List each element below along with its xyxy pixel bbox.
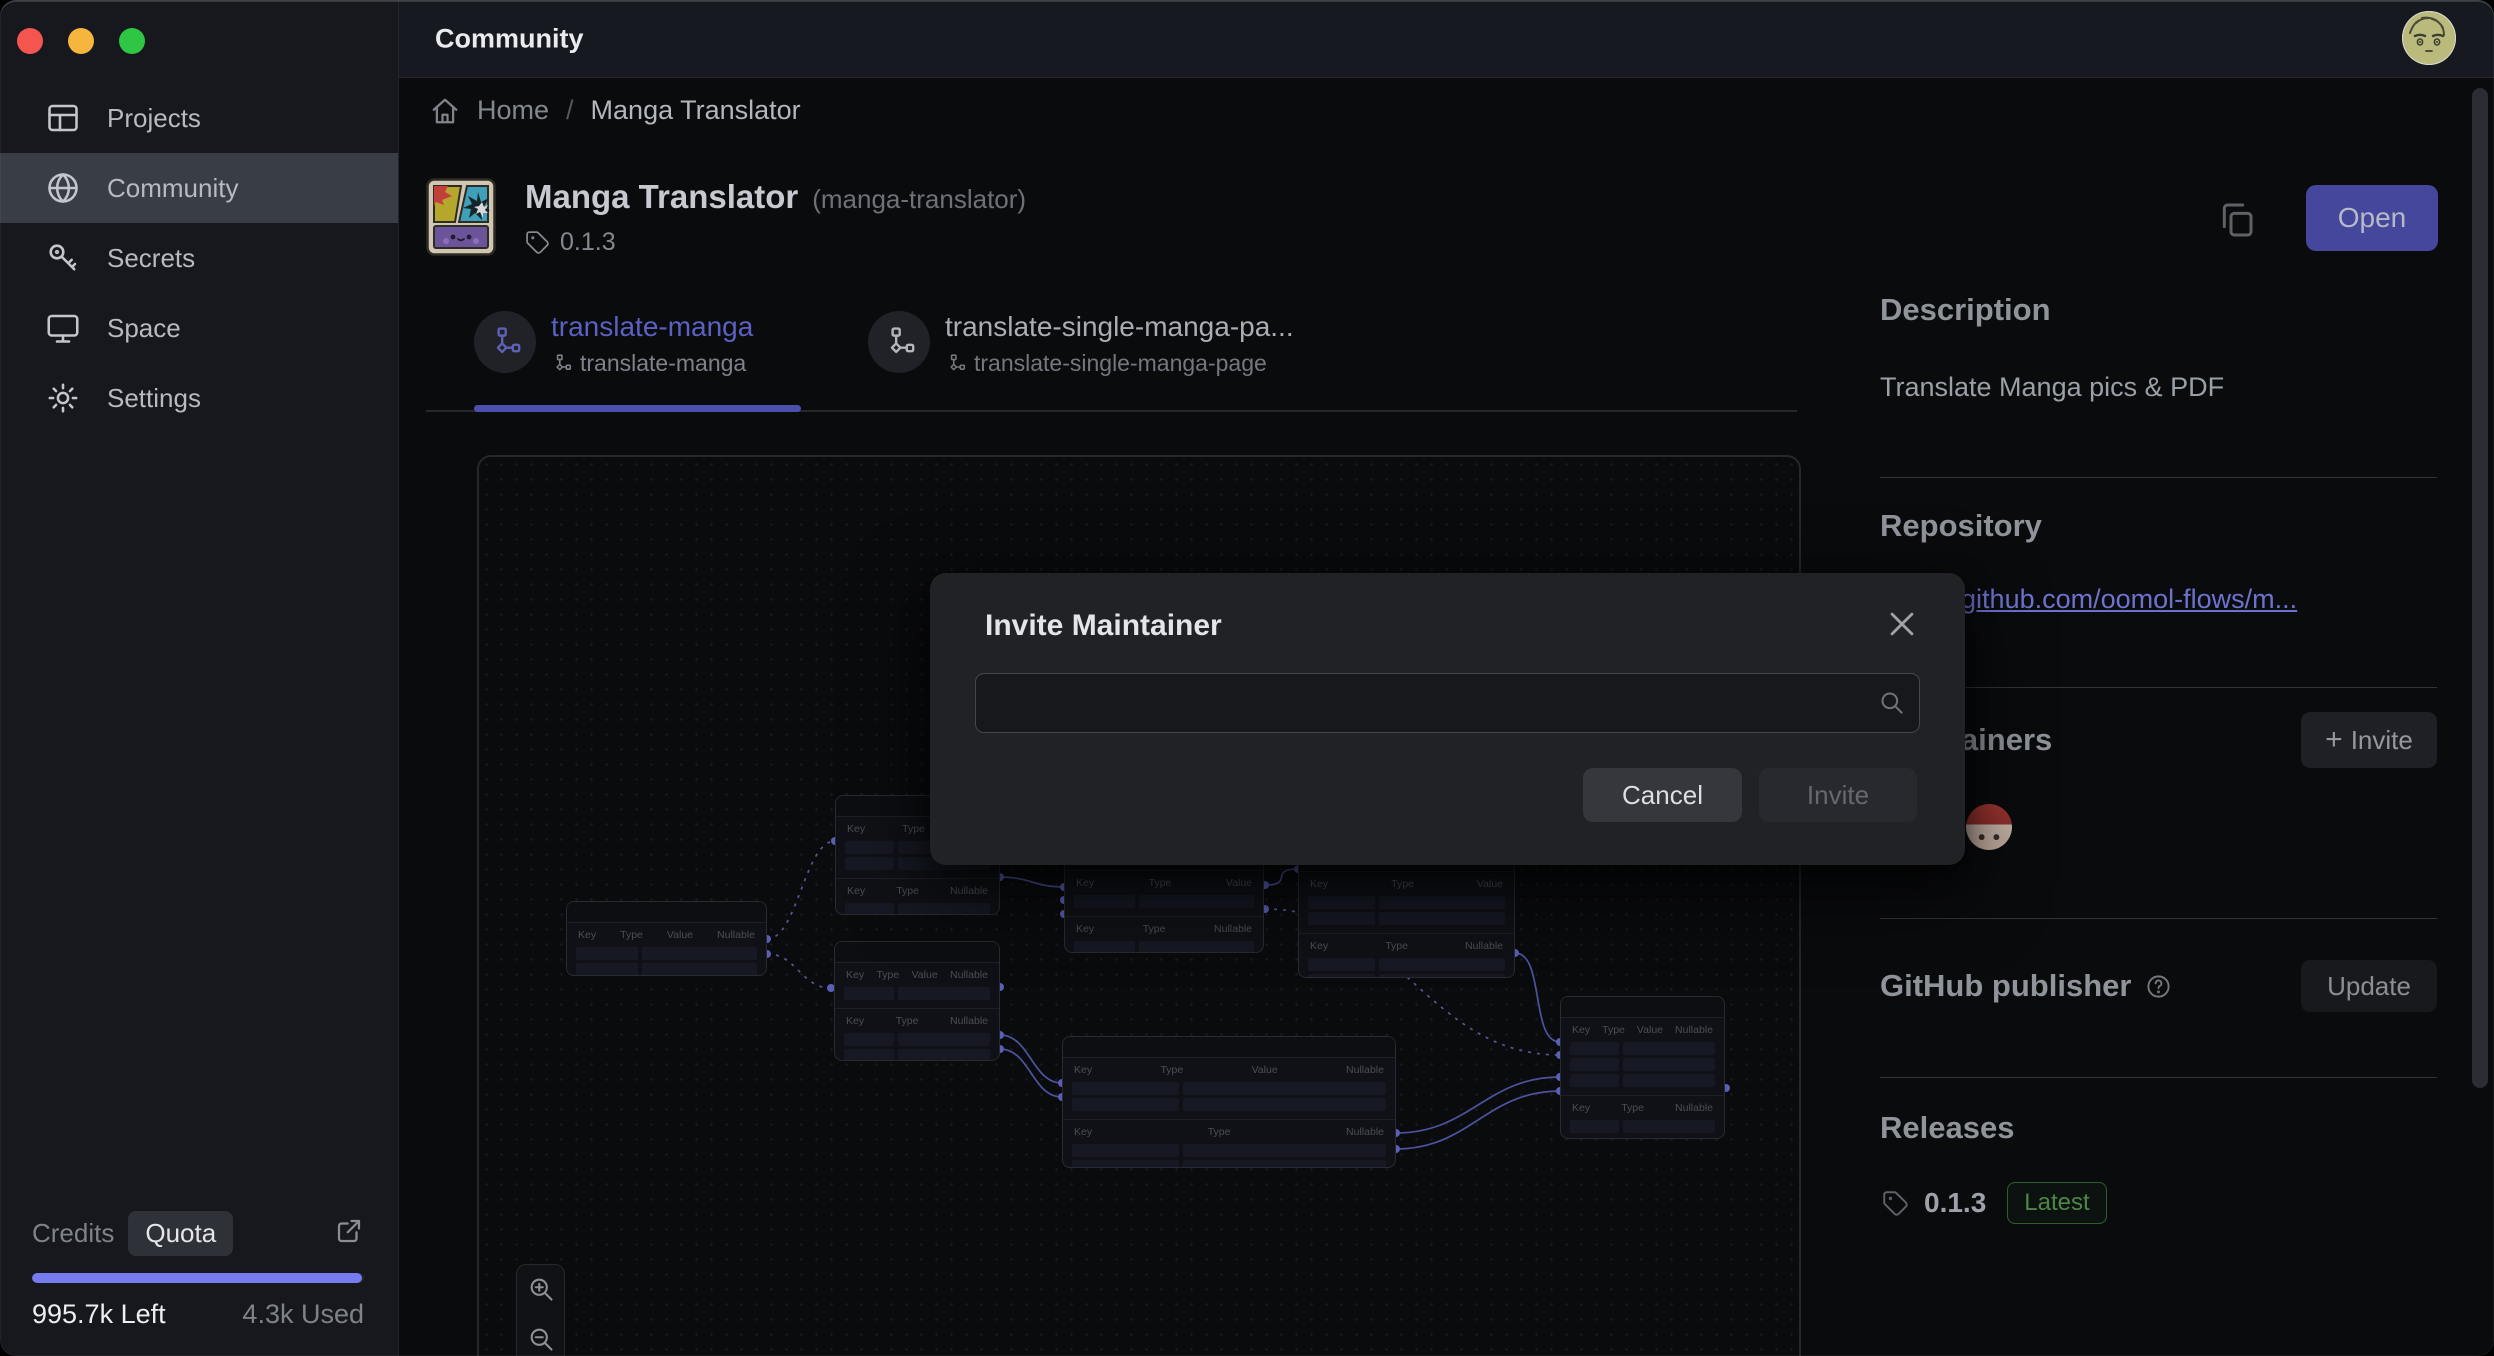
repository-heading: Repository [1880, 508, 2042, 544]
sidebar-item-projects[interactable]: Projects [0, 83, 398, 153]
close-window-button[interactable] [17, 28, 43, 54]
workflow-icon [551, 353, 572, 374]
vertical-scrollbar[interactable] [2472, 88, 2488, 1088]
breadcrumb-separator: / [566, 95, 574, 126]
tab-subtitle: translate-single-manga-page [974, 350, 1267, 377]
latest-badge: Latest [2007, 1182, 2106, 1224]
sidebar-item-space[interactable]: Space [0, 293, 398, 363]
flow-node[interactable]: KeyTypeValueNullable [566, 901, 767, 976]
page-title: Community [435, 23, 584, 54]
quota-chip[interactable]: Quota [128, 1211, 233, 1256]
external-link-icon[interactable] [334, 1216, 364, 1251]
active-tab-underline [474, 405, 801, 412]
releases-heading: Releases [1880, 1110, 2014, 1146]
maintainer-avatar[interactable] [1966, 804, 2012, 850]
plus-icon: + [2325, 725, 2343, 755]
sidebar-item-label: Projects [107, 103, 201, 134]
flow-node[interactable]: KeyTypeValueNullableKeyTypeNullable [1560, 996, 1725, 1139]
tab-translate-manga[interactable]: translate-manga translate-manga [474, 311, 753, 377]
sidebar-item-label: Secrets [107, 243, 195, 274]
release-row: 0.1.3 Latest [1882, 1182, 2107, 1224]
divider [1880, 477, 2437, 478]
flow-icon-badge [474, 311, 536, 373]
sidebar-nav: Projects Community Secrets Space Setting… [0, 83, 398, 433]
breadcrumb-home[interactable]: Home [477, 95, 549, 126]
flow-icon-badge [868, 311, 930, 373]
description-text: Translate Manga pics & PDF [1880, 372, 2224, 403]
credits-progress-bar [32, 1273, 364, 1283]
sidebar-item-label: Space [107, 313, 181, 344]
invite-maintainer-button[interactable]: + Invite [2301, 712, 2437, 768]
credits-label: Credits [32, 1218, 114, 1249]
divider [1880, 918, 2437, 919]
tag-icon [525, 230, 550, 255]
close-icon [1885, 607, 1919, 641]
sidebar: Projects Community Secrets Space Setting… [0, 0, 399, 1356]
home-icon[interactable] [430, 96, 460, 126]
monitor-icon [45, 310, 81, 346]
project-slug: (manga-translator) [812, 184, 1026, 215]
workflow-icon [945, 353, 966, 374]
minimize-window-button[interactable] [68, 28, 94, 54]
sidebar-item-secrets[interactable]: Secrets [0, 223, 398, 293]
tag-icon [1882, 1190, 1909, 1217]
modal-close-button[interactable] [1885, 607, 1919, 641]
credits-section: Credits Quota 995.7k Left 4.3k Used [32, 1209, 364, 1330]
project-icon [426, 178, 496, 256]
breadcrumb-current: Manga Translator [591, 95, 801, 126]
project-title: Manga Translator [525, 178, 798, 216]
maximize-window-button[interactable] [119, 28, 145, 54]
canvas-zoom-controls [516, 1264, 565, 1356]
sidebar-item-community[interactable]: Community [0, 153, 398, 223]
description-heading: Description [1880, 292, 2051, 328]
zoom-in-icon[interactable] [527, 1275, 555, 1303]
sidebar-item-settings[interactable]: Settings [0, 363, 398, 433]
sidebar-item-label: Settings [107, 383, 201, 414]
help-icon[interactable] [2145, 973, 2172, 1000]
tab-title: translate-manga [551, 311, 753, 343]
invite-submit-button[interactable]: Invite [1759, 768, 1917, 822]
workflow-icon [488, 325, 522, 359]
key-icon [45, 240, 81, 276]
invite-button-label: Invite [2351, 725, 2413, 756]
flow-node[interactable]: KeyTypeValueKeyTypeNullable [1298, 850, 1515, 978]
zoom-out-icon[interactable] [527, 1325, 555, 1353]
modal-title: Invite Maintainer [985, 609, 1222, 643]
flow-node[interactable]: KeyTypeValueNullableKeyTypeNullable [834, 941, 1000, 1061]
tab-title: translate-single-manga-pa... [945, 311, 1294, 343]
breadcrumb: Home / Manga Translator [430, 95, 801, 126]
grid-icon [45, 100, 81, 136]
flow-node[interactable]: KeyTypeValueNullableKeyTypeNullable [1062, 1036, 1396, 1168]
flow-tabs: translate-manga translate-manga translat… [426, 302, 1797, 412]
release-version: 0.1.3 [1924, 1187, 1986, 1219]
invite-maintainer-modal: Invite Maintainer Cancel Invite [930, 573, 1965, 865]
divider [1880, 1077, 2437, 1078]
window-controls [17, 28, 145, 54]
globe-icon [45, 170, 81, 206]
credits-left: 995.7k Left [32, 1299, 166, 1330]
app-window: Projects Community Secrets Space Setting… [0, 0, 2494, 1356]
project-version: 0.1.3 [560, 228, 616, 257]
tab-translate-single-manga-page[interactable]: translate-single-manga-pa... translate-s… [868, 311, 1294, 377]
tab-subtitle: translate-manga [580, 350, 746, 377]
search-icon [1878, 689, 1905, 716]
github-publisher-heading: GitHub publisher [1880, 968, 2131, 1004]
cancel-button[interactable]: Cancel [1583, 768, 1742, 822]
project-header: Manga Translator (manga-translator) 0.1.… [426, 178, 1026, 257]
workflow-icon [882, 325, 916, 359]
invite-search-input[interactable] [975, 673, 1920, 733]
gear-icon [45, 380, 81, 416]
update-publisher-button[interactable]: Update [2301, 960, 2437, 1012]
sidebar-item-label: Community [107, 173, 238, 204]
credits-used: 4.3k Used [242, 1299, 364, 1330]
